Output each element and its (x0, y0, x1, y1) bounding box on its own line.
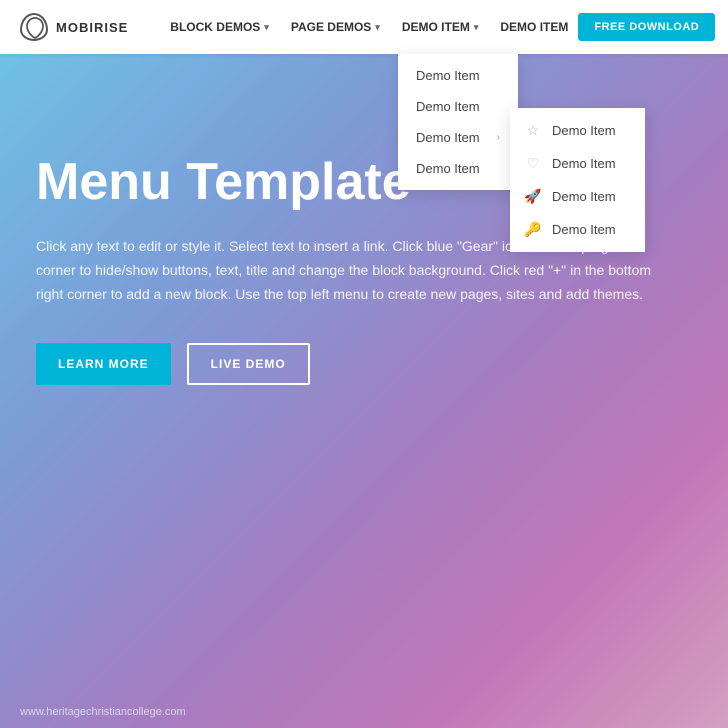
nav-links: BLOCK DEMOS ▾ PAGE DEMOS ▾ DEMO ITEM ▾ D… (160, 14, 578, 40)
chevron-down-icon: ▾ (375, 22, 380, 33)
live-demo-button[interactable]: LIVE DEMO (187, 343, 310, 385)
submenu-item-4[interactable]: 🔑 Demo Item (510, 213, 645, 246)
nav-block-demos[interactable]: BLOCK DEMOS ▾ (160, 14, 279, 40)
heart-icon: ♡ (524, 155, 542, 172)
logo-text: MOBIRISE (56, 20, 128, 35)
submenu-item-2[interactable]: ♡ Demo Item (510, 147, 645, 180)
dropdown-menu-1: Demo Item Demo Item Demo Item › Demo Ite… (398, 54, 518, 190)
logo[interactable]: MOBIRISE (20, 13, 128, 41)
chevron-right-icon: › (497, 132, 500, 143)
dropdown-menu-2: ☆ Demo Item ♡ Demo Item 🚀 Demo Item 🔑 De… (510, 108, 645, 252)
submenu-item-3[interactable]: 🚀 Demo Item (510, 180, 645, 213)
hero-buttons: LEARN MORE LIVE DEMO (36, 343, 692, 385)
rocket-icon: 🚀 (524, 188, 542, 205)
dropdown-item-3[interactable]: Demo Item › (398, 122, 518, 153)
free-download-button[interactable]: FREE DOWNLOAD (578, 13, 715, 41)
chevron-down-icon: ▾ (474, 22, 479, 33)
nav-page-demos[interactable]: PAGE DEMOS ▾ (281, 14, 390, 40)
navbar: MOBIRISE BLOCK DEMOS ▾ PAGE DEMOS ▾ DEMO… (0, 0, 728, 54)
footer-watermark: www.heritagechristiancollege.com (20, 706, 186, 718)
key-icon: 🔑 (524, 221, 542, 238)
chevron-down-icon: ▾ (264, 22, 269, 33)
submenu-item-1[interactable]: ☆ Demo Item (510, 114, 645, 147)
dropdown-item-2[interactable]: Demo Item (398, 91, 518, 122)
nav-demo-item-1[interactable]: DEMO ITEM ▾ (392, 14, 489, 40)
learn-more-button[interactable]: LEARN MORE (36, 343, 171, 385)
dropdown-item-1[interactable]: Demo Item (398, 60, 518, 91)
star-icon: ☆ (524, 122, 542, 139)
nav-demo-item-2[interactable]: DEMO ITEM (490, 14, 578, 40)
logo-icon (20, 13, 48, 41)
dropdown-item-4[interactable]: Demo Item (398, 153, 518, 184)
